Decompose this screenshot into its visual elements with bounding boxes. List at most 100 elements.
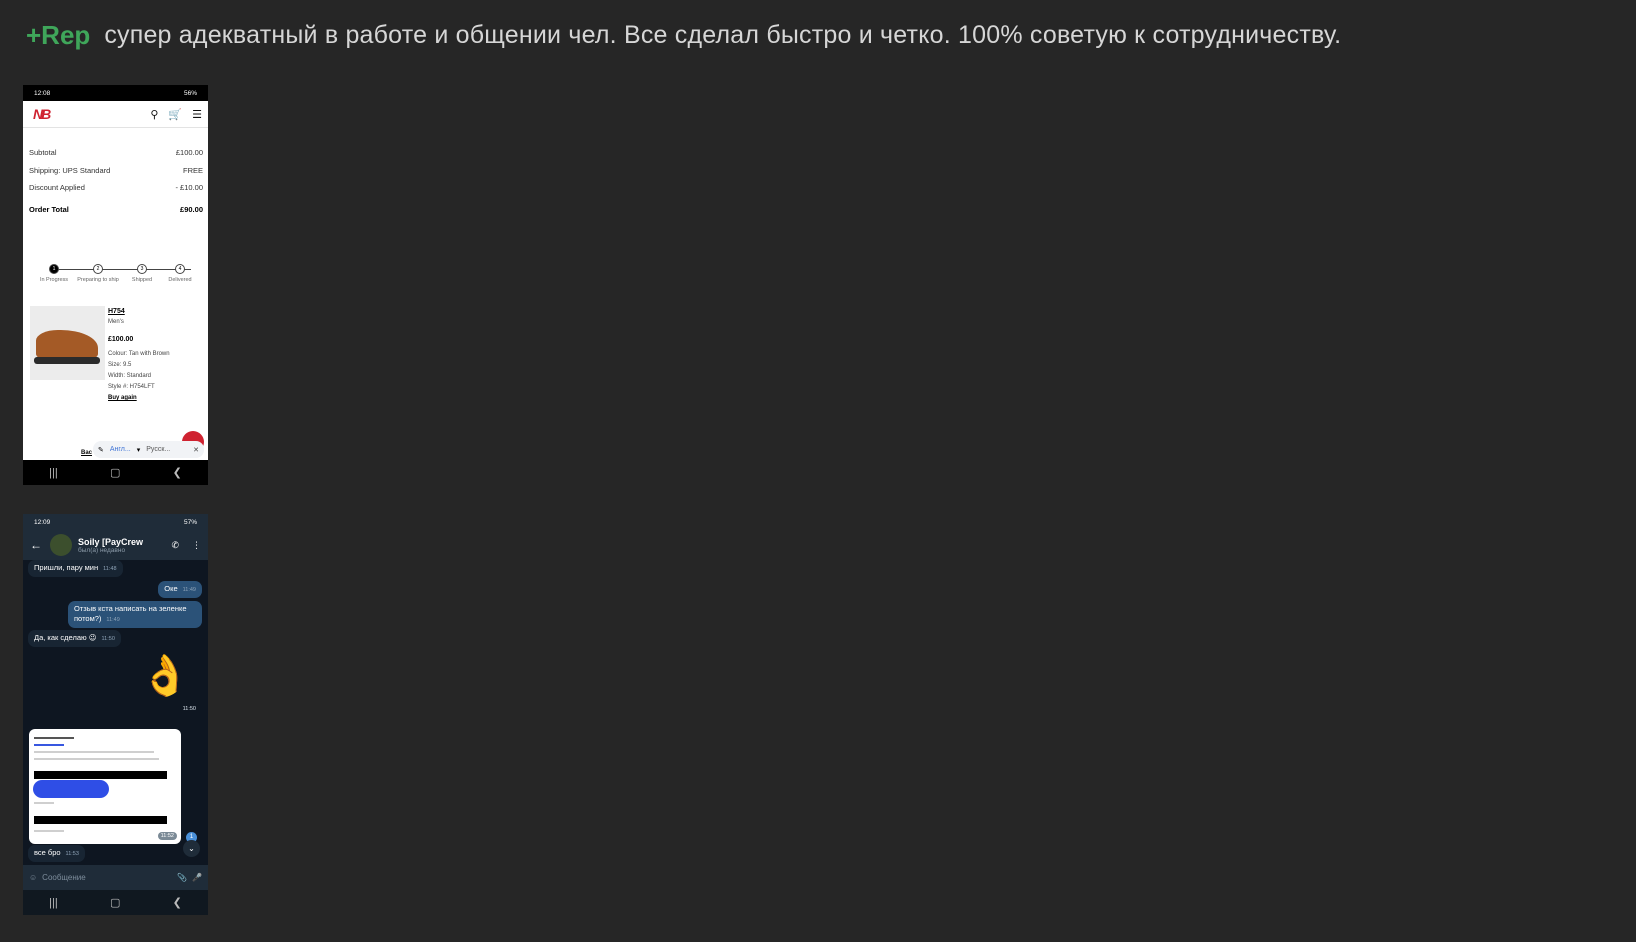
message-time: 11:50 — [101, 636, 115, 642]
message-time: 11:49 — [182, 587, 196, 593]
recent-apps-icon[interactable]: ||| — [49, 897, 58, 909]
review-header: +Rep супер адекватный в работе и общении… — [26, 20, 1341, 51]
brand-logo: NB — [33, 106, 51, 122]
chat-area[interactable]: Пришли, пару мин 11:48 Оке 11:49 Отзыв кст… — [23, 560, 208, 865]
translate-source-lang[interactable]: Англ... — [110, 446, 131, 453]
chevron-down-icon[interactable]: ⌄ — [183, 840, 200, 857]
message-text: Оке — [164, 584, 178, 593]
search-icon: ⚲ — [150, 108, 159, 121]
step-dot: 2 — [93, 264, 103, 274]
product-name[interactable]: H754 — [108, 306, 170, 317]
status-time: 12:08 — [34, 89, 51, 97]
close-icon[interactable]: ✕ — [193, 446, 199, 454]
status-bar: 12:08 56% — [23, 85, 208, 101]
summary-row: Discount Applied - £10.00 — [29, 183, 203, 201]
row-value: - £10.00 — [175, 183, 203, 192]
product-price: £100.00 — [108, 336, 134, 343]
avatar[interactable] — [50, 534, 72, 556]
image-time: 11:52 — [157, 832, 177, 840]
step-dot: 1 — [49, 264, 59, 274]
row-value: £100.00 — [175, 148, 203, 157]
menu-icon: ☰ — [192, 108, 202, 121]
translate-bar[interactable]: ✎ Англ... ▾ Русск... ✕ — [93, 441, 204, 458]
product-colour: Colour: Tan with Brown — [108, 351, 170, 357]
doc-text-line — [34, 758, 159, 760]
microphone-icon[interactable]: 🎤 — [192, 873, 202, 882]
progress-step: 2 Preparing to ship — [75, 264, 121, 283]
order-progress: 1 In Progress 2 Preparing to ship 3 Ship… — [31, 264, 200, 288]
chat-header: ← Soily [PayCrew был(а) недавно ✆ ⋮ — [23, 530, 208, 560]
message-text: Отзыв кста написать на зеленке потом?) — [74, 604, 187, 623]
doc-text-line — [34, 830, 64, 832]
arrow-left-icon[interactable]: ← — [30, 538, 50, 552]
rep-badge: +Rep — [26, 20, 91, 50]
back-icon[interactable]: ❮ — [173, 896, 182, 909]
message-incoming: все бро 11:53 — [28, 845, 85, 862]
doc-section-header — [34, 816, 167, 824]
shoe-sole — [34, 357, 100, 364]
home-icon[interactable]: ▢ — [110, 896, 120, 909]
message-time: 11:53 — [65, 851, 79, 857]
row-label: Discount Applied — [29, 183, 85, 192]
home-icon[interactable]: ▢ — [110, 466, 120, 479]
gif-icon[interactable]: ☺ — [29, 873, 37, 882]
message-text: Да, как сделаю 😉 — [34, 633, 97, 642]
battery-level: 56% — [183, 89, 197, 97]
back-link[interactable]: Bac — [81, 450, 92, 456]
step-label: Preparing to ship — [77, 277, 119, 283]
order-summary: Subtotal £100.00 Shipping: UPS Standard … — [23, 128, 208, 222]
battery-level: 57% — [183, 518, 197, 526]
contact-name: Soily [PayCrew — [78, 536, 144, 547]
product-width: Width: Standard — [108, 373, 152, 379]
message-time: 11:49 — [106, 617, 120, 623]
doc-text-line — [34, 802, 54, 804]
step-label: In Progress — [39, 277, 69, 283]
shoe-upper — [36, 330, 98, 360]
translate-target-lang[interactable]: Русск... — [146, 446, 170, 453]
status-time: 12:09 — [34, 518, 51, 526]
total-label: Order Total — [29, 204, 69, 214]
summary-row: Subtotal £100.00 — [29, 148, 203, 166]
redaction-scribble — [33, 780, 109, 798]
chevron-down-icon: ▾ — [136, 446, 141, 454]
message-text: Пришли, пару мин — [34, 563, 99, 572]
step-dot: 3 — [137, 264, 147, 274]
recent-apps-icon[interactable]: ||| — [49, 467, 58, 479]
product-style: Style #: H754LFT — [108, 384, 155, 390]
more-vertical-icon[interactable]: ⋮ — [192, 540, 201, 551]
back-icon[interactable]: ❮ — [173, 466, 182, 479]
buy-again-link[interactable]: Buy again — [108, 393, 170, 404]
message-incoming: Пришли, пару мин 11:48 — [28, 560, 123, 577]
message-outgoing: Оке 11:49 — [158, 581, 202, 598]
doc-section-header — [34, 771, 167, 779]
progress-step: 1 In Progress — [31, 264, 77, 283]
attach-icon[interactable]: 📎 — [177, 873, 187, 882]
row-label: Shipping: UPS Standard — [29, 165, 111, 175]
cart-icon: 🛒 — [168, 108, 183, 121]
step-dot: 4 — [175, 264, 185, 274]
message-composer[interactable]: ☺ Сообщение 📎 🎤 — [23, 865, 208, 890]
chat-screenshot[interactable]: 12:09 57% ← Soily [PayCrew был(а) недавн… — [23, 514, 208, 915]
order-confirmation-image[interactable]: 11:52 — [29, 729, 181, 844]
android-navbar: ||| ▢ ❮ — [23, 890, 208, 915]
step-label: Delivered — [168, 277, 192, 283]
translate-icon: ✎ — [98, 446, 104, 454]
product-card: H754 Men's £100.00 Colour: Tan with Brow… — [30, 306, 208, 404]
contact-status: был(а) недавно — [78, 546, 126, 554]
message-outgoing: Отзыв кста написать на зеленке потом?) 11… — [68, 601, 202, 628]
message-input[interactable]: Сообщение — [42, 873, 172, 882]
progress-step: 4 Delivered — [157, 264, 203, 283]
doc-text-line — [34, 744, 64, 746]
product-gender: Men's — [108, 319, 124, 325]
message-incoming: Да, как сделаю 😉 11:50 — [28, 630, 121, 647]
store-header: NB ⚲ 🛒 ☰ — [23, 101, 208, 128]
android-navbar: ||| ▢ ❮ — [23, 460, 208, 485]
order-screenshot[interactable]: 12:08 56% NB ⚲ 🛒 ☰ Subtotal £100.00 Ship… — [23, 85, 208, 485]
message-time: 11:50 — [182, 706, 196, 712]
phone-icon[interactable]: ✆ — [171, 540, 179, 551]
ok-hand-sticker: 👌 — [140, 654, 190, 698]
message-text: все бро — [34, 848, 61, 857]
doc-text-line — [34, 751, 154, 753]
message-time: 11:48 — [103, 566, 117, 572]
order-total-row: Order Total £90.00 — [29, 205, 203, 223]
